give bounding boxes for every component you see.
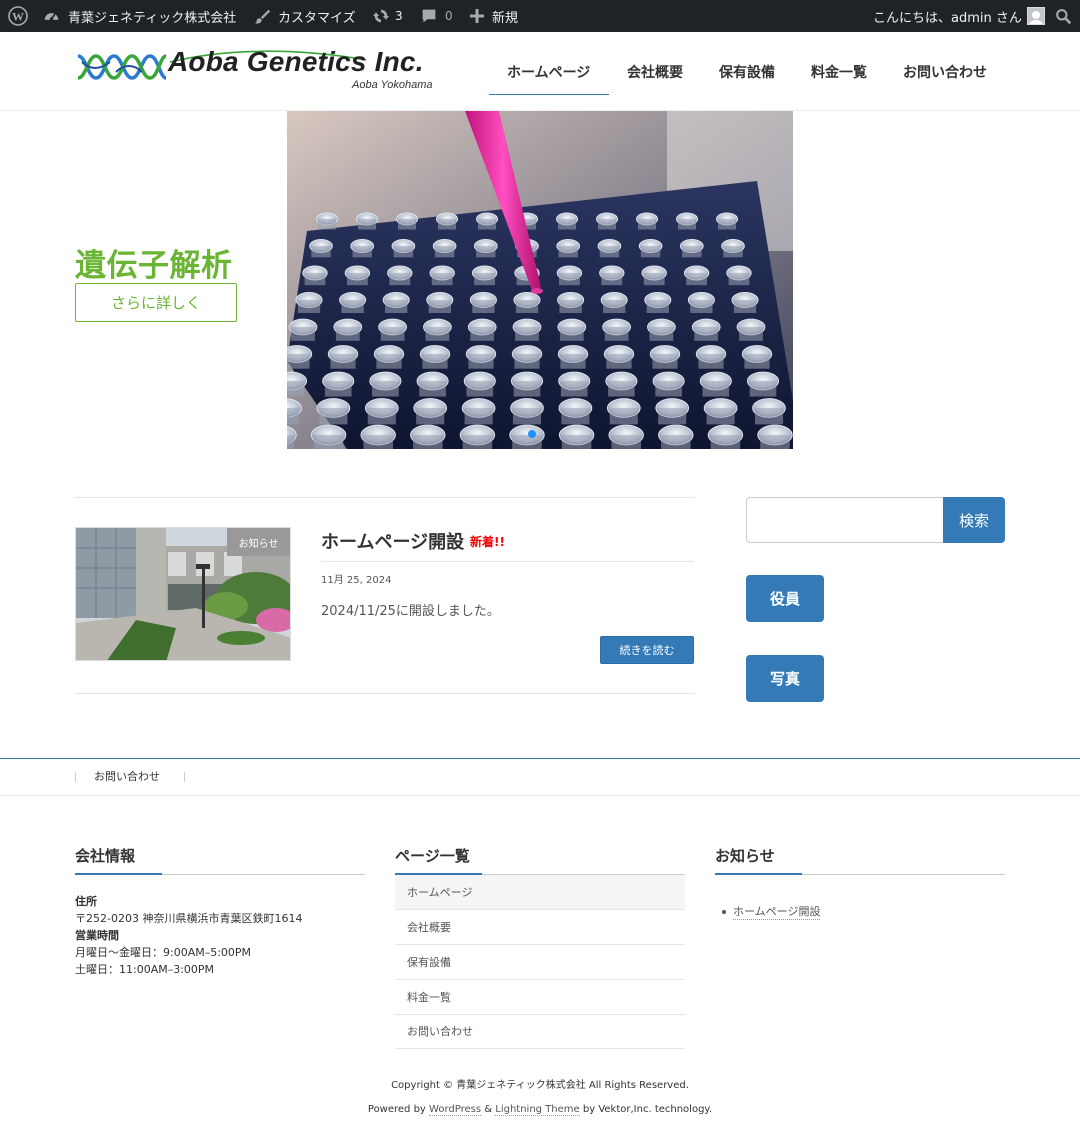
updates-menu[interactable]: 3 xyxy=(372,0,403,32)
divider xyxy=(75,497,695,498)
footer-nav-separator xyxy=(184,772,185,782)
nav-contact[interactable]: お問い合わせ xyxy=(903,62,987,82)
news-title: お知らせ xyxy=(715,847,775,865)
page-list-item-pricing[interactable]: 料金一覧 xyxy=(395,980,685,1015)
search-button[interactable]: 検索 xyxy=(943,497,1005,543)
address-value: 〒252-0203 神奈川県横浜市青葉区鉄町1614 xyxy=(75,912,303,925)
hours-saturday: 土曜日：11:00AM–3:00PM xyxy=(75,963,215,976)
admin-bar: W 青葉ジェネティック株式会社 カスタマイズ 3 0 新規 こんにちは、admi… xyxy=(0,0,1080,32)
page-list-label: 会社概要 xyxy=(407,921,451,934)
search-input[interactable] xyxy=(746,497,944,543)
slide-more-button[interactable]: さらに詳しく xyxy=(75,283,237,322)
nav-company[interactable]: 会社概要 xyxy=(627,62,683,82)
page-list-label: 保有設備 xyxy=(407,956,451,969)
footer-nav-contact[interactable]: お問い合わせ xyxy=(94,768,160,784)
theme-link[interactable]: Lightning Theme xyxy=(495,1104,580,1116)
post-category-badge[interactable]: お知らせ xyxy=(227,528,290,556)
wordpress-link[interactable]: WordPress xyxy=(429,1104,482,1116)
site-logo[interactable]: Aoba Genetics Inc. Aoba Yokohama xyxy=(76,46,442,94)
copyright-text: Copyright © 青葉ジェネティック株式会社 All Rights Res… xyxy=(391,1080,689,1091)
nav-pricing[interactable]: 料金一覧 xyxy=(811,62,867,82)
address-label: 住所 xyxy=(75,895,97,908)
officers-button[interactable]: 役員 xyxy=(746,575,824,622)
page-list-label: 料金一覧 xyxy=(407,991,451,1004)
page-list-item-company[interactable]: 会社概要 xyxy=(395,910,685,945)
comments-count: 0 xyxy=(445,9,453,23)
brush-icon xyxy=(254,8,271,25)
footer-nav xyxy=(0,759,1080,796)
avatar xyxy=(1026,7,1045,25)
slide-dot[interactable] xyxy=(528,430,536,438)
admin-search-icon[interactable] xyxy=(1055,0,1072,32)
widget-rule-accent xyxy=(715,873,802,875)
slide-title: 遺伝子解析 xyxy=(75,248,233,284)
customize-menu[interactable]: カスタマイズ xyxy=(254,0,356,32)
hours-weekdays: 月曜日〜金曜日：9:00AM–5:00PM xyxy=(75,946,252,959)
slide-image xyxy=(287,111,793,449)
dashboard-icon xyxy=(43,8,60,25)
post-title-divider xyxy=(321,561,694,562)
bullet-icon xyxy=(722,910,726,914)
page-list-label: お問い合わせ xyxy=(407,1025,473,1038)
page-list-title: ページ一覧 xyxy=(395,847,470,865)
page-list-label: ホームページ xyxy=(407,886,473,899)
updates-count: 3 xyxy=(395,9,403,23)
powered-by-label: Powered by xyxy=(367,1104,426,1115)
wordpress-logo-icon[interactable]: W xyxy=(8,0,28,32)
site-name-label: 青葉ジェネティック株式会社 xyxy=(68,10,237,26)
footer-nav-separator xyxy=(75,772,76,782)
by-label: by Vektor,Inc. technology. xyxy=(582,1104,713,1115)
logo-subtitle: Aoba Yokohama xyxy=(352,79,433,91)
nav-active-indicator xyxy=(489,94,609,95)
svg-text:W: W xyxy=(12,10,24,24)
site-name-menu[interactable]: 青葉ジェネティック株式会社 xyxy=(43,0,236,32)
page-list-item-contact[interactable]: お問い合わせ xyxy=(395,1014,685,1049)
powered-by-line: Powered by WordPress & Lightning Theme b… xyxy=(0,1104,1080,1116)
account-menu[interactable]: こんにちは、admin さん xyxy=(873,0,1045,32)
page-list-item-home[interactable]: ホームページ xyxy=(395,875,685,910)
ampersand: & xyxy=(484,1104,493,1115)
logo-text: Aoba Genetics Inc. xyxy=(168,46,424,77)
new-label: 新規 xyxy=(492,10,519,26)
nav-equipment[interactable]: 保有設備 xyxy=(719,62,775,82)
news-item-link[interactable]: ホームページ開設 xyxy=(733,903,821,920)
widget-rule-accent xyxy=(75,873,162,875)
photos-button[interactable]: 写真 xyxy=(746,655,824,702)
company-info-title: 会社情報 xyxy=(75,847,136,865)
greeting-label: こんにちは、admin さん xyxy=(873,10,1022,26)
page-list-item-equipment[interactable]: 保有設備 xyxy=(395,945,685,980)
comments-menu[interactable]: 0 xyxy=(421,0,453,32)
customize-label: カスタマイズ xyxy=(278,10,356,26)
updates-icon xyxy=(372,7,390,25)
new-content-menu[interactable]: 新規 xyxy=(470,0,518,32)
nav-home[interactable]: ホームページ xyxy=(507,62,590,82)
post-title[interactable]: ホームページ開設 xyxy=(321,528,464,554)
dna-helix-icon xyxy=(77,54,167,80)
divider xyxy=(75,693,695,694)
hours-label: 営業時間 xyxy=(75,929,119,942)
post-date: 11月 25, 2024 xyxy=(321,575,392,586)
new-badge: 新着!! xyxy=(470,535,505,549)
plus-icon xyxy=(470,9,484,23)
read-more-button[interactable]: 続きを読む xyxy=(600,636,694,664)
post-excerpt: 2024/11/25に開設しました。 xyxy=(321,604,500,619)
comment-icon xyxy=(421,8,437,24)
